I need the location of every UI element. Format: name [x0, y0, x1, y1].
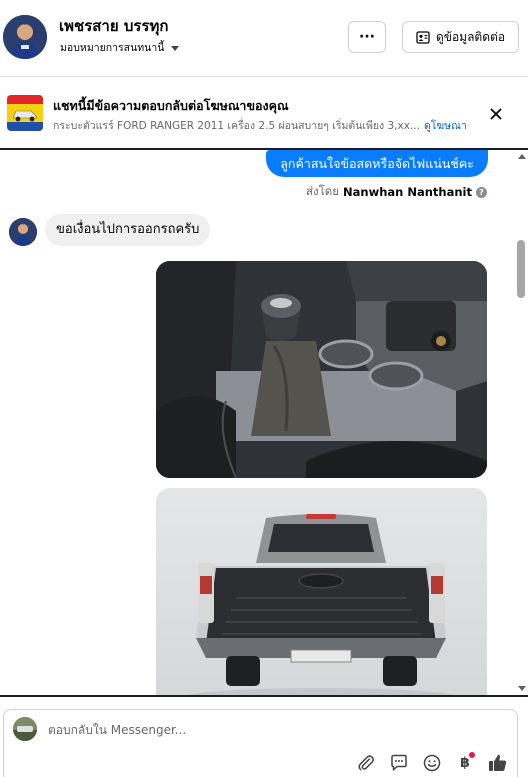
chat-scrollbar[interactable] [515, 150, 528, 695]
saved-reply-button[interactable] [388, 752, 410, 774]
paperclip-icon [358, 755, 374, 771]
sent-by-prefix: ส่งโดย [305, 184, 340, 198]
incoming-avatar [9, 218, 37, 246]
saved-reply-icon [391, 754, 407, 771]
help-icon[interactable]: ? [476, 186, 487, 198]
attach-button[interactable] [355, 752, 377, 774]
emoji-icon [423, 754, 441, 772]
message-photo-truck-bed[interactable] [156, 488, 487, 695]
caret-down-icon [171, 45, 180, 51]
like-button[interactable] [487, 752, 509, 774]
more-dots-icon: ··· [359, 29, 375, 45]
composer-toolbar: ฿ [355, 752, 509, 774]
ad-banner-description: กระบะตัวแรร์ FORD RANGER 2011 เครื่อง 2.… [53, 117, 467, 134]
emoji-button[interactable] [421, 752, 443, 774]
assign-label: มอบหมายการสนทนานี้ [60, 42, 165, 54]
message-thread: ลูกค้าสนใจข้อสดหรือจัดไฟแน่นช์คะ ส่งโดย … [0, 150, 528, 695]
message-photo-gear-shift[interactable] [156, 261, 487, 478]
page-avatar [13, 717, 37, 741]
sender-name: Nanwhan Nanthanit [343, 185, 472, 199]
outgoing-message[interactable]: ลูกค้าสนใจข้อสดหรือจัดไฟแน่นช์คะ [266, 150, 488, 177]
thumbs-up-icon [489, 754, 507, 771]
close-banner-button[interactable] [484, 102, 508, 126]
reply-input[interactable] [48, 720, 468, 740]
sent-by-line: ส่งโดย Nanwhan Nanthanit ? [306, 183, 487, 201]
assign-conversation-dropdown[interactable]: มอบหมายการสนทนานี้ [60, 39, 180, 56]
incoming-message[interactable]: ขอเงื่อนไปการออกรถครับ [45, 214, 211, 246]
reply-composer: ฿ [3, 709, 518, 777]
ad-description-text: กระบะตัวแรร์ FORD RANGER 2011 เครื่อง 2.… [53, 120, 420, 132]
ad-banner-title: แชทนี้มีข้อความตอบกลับต่อโฆษณาของคุณ [53, 98, 289, 113]
notification-dot [469, 752, 475, 758]
more-options-button[interactable]: ··· [348, 21, 386, 53]
scroll-up-arrow-icon[interactable] [518, 154, 526, 159]
close-icon [490, 108, 502, 120]
ad-reply-banner: แชทนี้มีข้อความตอบกลับต่อโฆษณาของคุณ กระ… [0, 78, 528, 150]
scroll-thumb[interactable] [517, 240, 525, 298]
view-contact-button[interactable]: ดูข้อมูลติดต่อ [402, 21, 519, 53]
payment-button[interactable]: ฿ [454, 752, 476, 774]
view-contact-label: ดูข้อมูลติดต่อ [435, 29, 506, 44]
conversation-header: เพชรสาย บรรทุก มอบหมายการสนทนานี้ ··· ดู… [0, 0, 528, 77]
contact-card-icon [416, 30, 430, 44]
divider [0, 695, 528, 697]
baht-icon: ฿ [460, 755, 470, 771]
ad-thumbnail[interactable] [7, 95, 43, 131]
view-ad-link[interactable]: ดูโฆษณา [424, 120, 467, 132]
scroll-down-arrow-icon[interactable] [518, 686, 526, 691]
contact-avatar[interactable] [3, 15, 47, 59]
contact-name[interactable]: เพชรสาย บรรทุก [59, 14, 168, 38]
